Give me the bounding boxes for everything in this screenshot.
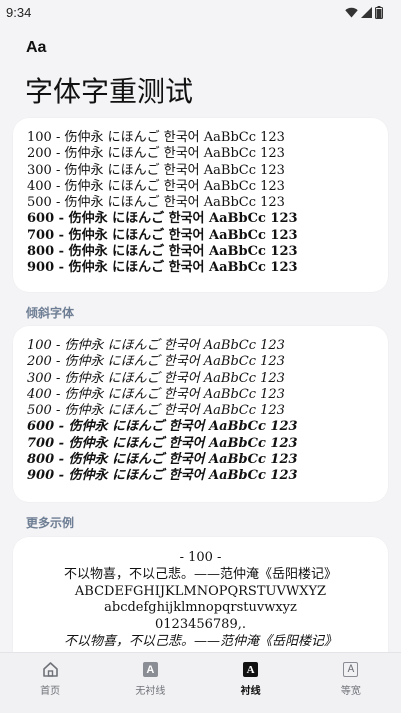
italic-section-label: 倾斜字体 (26, 306, 75, 320)
bottom-navigation: 首页 A 无衬线 A 衬线 A 等宽 (0, 652, 401, 713)
monospace-icon: A (342, 661, 359, 678)
signal-icon (361, 7, 372, 18)
italic-card: 100 - 伤仲永 にほんご 한국어 AaBbCc 123 200 - 伤仲永 に… (13, 326, 388, 502)
weight-row: 400 - 伤仲永 にほんご 한국어 AaBbCc 123 (27, 386, 285, 402)
weight-row: 200 - 伤仲永 にほんご 한국어 AaBbCc 123 (27, 146, 285, 162)
serif-icon: A (242, 661, 259, 678)
weight-row: 600 - 伤仲永 にほんご 한국어 AaBbCc 123 (27, 419, 298, 435)
nav-label: 衬线 (240, 686, 261, 697)
nav-item-sans-serif[interactable]: A 无衬线 (100, 653, 200, 713)
nav-item-monospace[interactable]: A 等宽 (301, 653, 401, 713)
weight-row: 300 - 伤仲永 にほんご 한국어 AaBbCc 123 (27, 370, 285, 386)
weight-row: 800 - 伤仲永 にほんご 한국어 AaBbCc 123 (27, 452, 298, 468)
sample-line: abcdefghijklmnopqrstuvwxyz (104, 600, 297, 616)
weight-row: 200 - 伤仲永 にほんご 한국어 AaBbCc 123 (27, 354, 285, 370)
nav-label: 等宽 (340, 686, 361, 697)
nav-label: 无衬线 (135, 686, 166, 697)
sample-line: ABCDEFGHIJKLMNOPQRSTUVWXYZ (74, 583, 327, 599)
sample-line: 不以物喜，不以己悲。——范仲淹《岳阳楼记》 (63, 566, 337, 582)
nav-label: 首页 (40, 686, 61, 697)
weight-row: 900 - 伤仲永 にほんご 한국어 AaBbCc 123 (27, 468, 298, 484)
weight-row: 400 - 伤仲永 にほんご 한국어 AaBbCc 123 (27, 178, 285, 194)
font-size-icon[interactable]: Aa (26, 39, 46, 57)
sample-heading: - 100 - (179, 550, 222, 565)
weight-row: 700 - 伤仲永 にほんご 한국어 AaBbCc 123 (27, 435, 298, 451)
weight-row: 900 - 伤仲永 にほんご 한국어 AaBbCc 123 (27, 260, 298, 276)
weight-rows: 100 - 伤仲永 にほんご 한국어 AaBbCc 123 200 - 伤仲永 に… (27, 130, 298, 277)
battery-icon (375, 6, 383, 19)
nav-item-serif[interactable]: A 衬线 (201, 653, 301, 713)
sample-line-italic: 不以物喜，不以己悲。——范仲淹《岳阳楼记》 (63, 633, 337, 649)
weight-row: 600 - 伤仲永 にほんご 한국어 AaBbCc 123 (27, 211, 298, 227)
italic-rows: 100 - 伤仲永 にほんご 한국어 AaBbCc 123 200 - 伤仲永 に… (27, 338, 298, 485)
sample-line: 0123456789,. (155, 617, 246, 633)
home-icon (42, 661, 59, 678)
weight-row: 500 - 伤仲永 にほんご 한국어 AaBbCc 123 (27, 195, 285, 211)
wifi-icon (345, 7, 358, 18)
sample-text: - 100 - 不以物喜，不以己悲。——范仲淹《岳阳楼记》 ABCDEFGHIJ… (13, 550, 388, 651)
weight-row: 100 - 伤仲永 にほんご 한국어 AaBbCc 123 (27, 338, 285, 353)
nav-item-home[interactable]: 首页 (0, 653, 100, 713)
status-time: 9:34 (6, 5, 32, 20)
page-title: 字体字重测试 (25, 75, 194, 108)
weight-row: 500 - 伤仲永 にほんご 한국어 AaBbCc 123 (27, 403, 285, 419)
status-bar: 9:34 (0, 0, 401, 26)
status-icons (345, 6, 383, 19)
weight-row: 800 - 伤仲永 にほんご 한국어 AaBbCc 123 (27, 244, 298, 260)
sans-serif-icon: A (142, 661, 159, 678)
weight-row: 700 - 伤仲永 にほんご 한국어 AaBbCc 123 (27, 227, 298, 243)
weight-row: 100 - 伤仲永 にほんご 한국어 AaBbCc 123 (27, 130, 285, 145)
weight-row: 300 - 伤仲永 にほんご 한국어 AaBbCc 123 (27, 162, 285, 178)
more-section-label: 更多示例 (26, 516, 75, 530)
weight-card: 100 - 伤仲永 にほんご 한국어 AaBbCc 123 200 - 伤仲永 に… (13, 118, 388, 292)
